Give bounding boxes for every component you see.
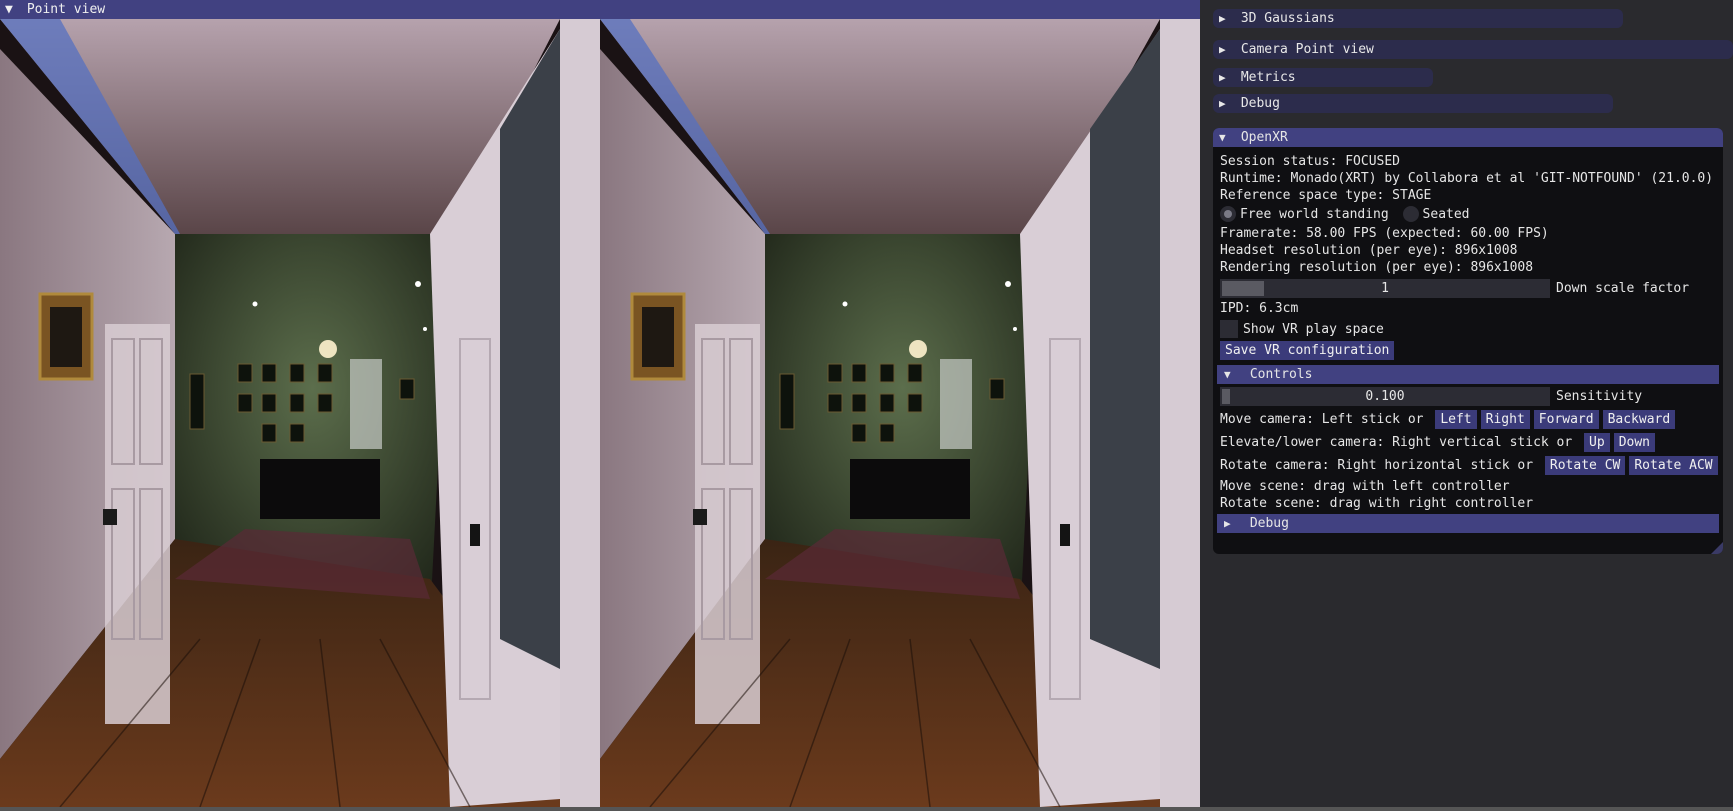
elevate-up-button[interactable]: Up (1584, 433, 1610, 452)
session-status: Session status: FOCUSED (1220, 154, 1401, 169)
expand-arrow-icon: ▶ (1219, 71, 1226, 84)
radio-seated[interactable] (1402, 206, 1419, 222)
debug-title: Debug (1249, 516, 1289, 531)
radio-free-world-standing[interactable] (1220, 206, 1236, 222)
move-forward-button[interactable]: Forward (1533, 410, 1599, 429)
reference-space: Reference space type: STAGE (1220, 188, 1432, 203)
expand-arrow-icon: ▶ (1224, 517, 1231, 530)
right-eye-render[interactable] (600, 19, 1200, 807)
stereo-render-view[interactable] (0, 19, 1200, 807)
left-eye-scene-image (0, 19, 600, 807)
header-label: Camera Point view (1240, 42, 1374, 57)
openxr-titlebar[interactable]: ▼ OpenXR (1213, 128, 1723, 147)
down-scale-factor-label: Down scale factor (1556, 281, 1690, 296)
move-backward-button[interactable]: Backward (1602, 410, 1676, 429)
collapse-arrow-icon: ▼ (1224, 368, 1231, 381)
rotate-camera-text: Rotate camera: Right horizontal stick or (1220, 458, 1534, 473)
show-vr-play-space-checkbox[interactable] (1220, 320, 1238, 338)
header-label: Debug (1240, 96, 1280, 111)
left-eye-render[interactable] (0, 19, 600, 807)
openxr-debug-header[interactable]: ▶ Debug (1217, 514, 1719, 533)
move-left-button[interactable]: Left (1435, 410, 1477, 429)
move-scene-text: Move scene: drag with left controller (1220, 479, 1510, 494)
rotate-scene-text: Rotate scene: drag with right controller (1220, 496, 1534, 511)
controls-title: Controls (1249, 367, 1313, 382)
show-vr-play-space-row: Show VR play space (1220, 320, 1384, 338)
header-label: 3D Gaussians (1240, 11, 1335, 26)
sensitivity-slider[interactable]: 0.100 (1220, 387, 1550, 406)
elevate-down-button[interactable]: Down (1613, 433, 1655, 452)
expand-arrow-icon: ▶ (1219, 97, 1226, 110)
elevate-camera-text: Elevate/lower camera: Right vertical sti… (1220, 435, 1573, 450)
headset-resolution: Headset resolution (per eye): 896x1008 (1220, 243, 1518, 258)
controls-header[interactable]: ▼ Controls (1217, 365, 1719, 384)
header-metrics[interactable]: ▶ Metrics (1213, 68, 1433, 87)
rotate-camera-row: Rotate camera: Right horizontal stick or… (1220, 456, 1718, 475)
resize-grip-icon[interactable] (1711, 542, 1723, 554)
header-debug[interactable]: ▶ Debug (1213, 94, 1613, 113)
move-camera-text: Move camera: Left stick or (1220, 412, 1424, 427)
framerate: Framerate: 58.00 FPS (expected: 60.00 FP… (1220, 226, 1549, 241)
radio-free-label: Free world standing (1240, 207, 1389, 222)
window-bottom-edge (0, 807, 1733, 811)
header-label: Metrics (1240, 70, 1296, 85)
move-camera-row: Move camera: Left stick or Left Right Forw… (1220, 410, 1676, 429)
move-right-button[interactable]: Right (1480, 410, 1530, 429)
play-mode-radio-group: Free world standing Seated (1220, 206, 1470, 223)
expand-arrow-icon: ▶ (1219, 12, 1226, 25)
point-view-title: Point view (26, 2, 106, 17)
elevate-camera-row: Elevate/lower camera: Right vertical sti… (1220, 433, 1655, 452)
rotate-acw-button[interactable]: Rotate ACW (1629, 456, 1718, 475)
point-view-window: ▼ Point view (0, 0, 1200, 807)
slider-grab[interactable] (1222, 281, 1264, 296)
checkbox-label: Show VR play space (1243, 322, 1384, 337)
radio-seated-label: Seated (1422, 207, 1470, 222)
runtime-info: Runtime: Monado(XRT) by Collabora et al … (1220, 171, 1714, 186)
slider-grab[interactable] (1222, 389, 1230, 404)
point-view-titlebar[interactable]: ▼ Point view (0, 0, 1200, 19)
sensitivity-label: Sensitivity (1556, 389, 1643, 404)
header-camera-point-view[interactable]: ▶ Camera Point view (1213, 40, 1733, 59)
expand-arrow-icon: ▶ (1219, 43, 1226, 56)
collapse-arrow-icon[interactable]: ▼ (1219, 128, 1233, 147)
collapse-arrow-icon[interactable]: ▼ (5, 0, 19, 19)
rotate-cw-button[interactable]: Rotate CW (1544, 456, 1626, 475)
save-row: Save VR configuration (1220, 341, 1395, 360)
down-scale-factor-slider[interactable]: 1 (1220, 279, 1550, 298)
ipd: IPD: 6.3cm (1220, 301, 1299, 316)
right-eye-scene-image (600, 19, 1200, 807)
openxr-title: OpenXR (1240, 130, 1288, 145)
slider-value: 0.100 (1365, 389, 1405, 404)
slider-value: 1 (1381, 281, 1389, 296)
openxr-panel: ▼ OpenXR Session status: FOCUSED Runtime… (1213, 128, 1723, 554)
rendering-resolution: Rendering resolution (per eye): 896x1008 (1220, 260, 1534, 275)
header-3d-gaussians[interactable]: ▶ 3D Gaussians (1213, 9, 1623, 28)
save-vr-configuration-button[interactable]: Save VR configuration (1220, 341, 1395, 360)
